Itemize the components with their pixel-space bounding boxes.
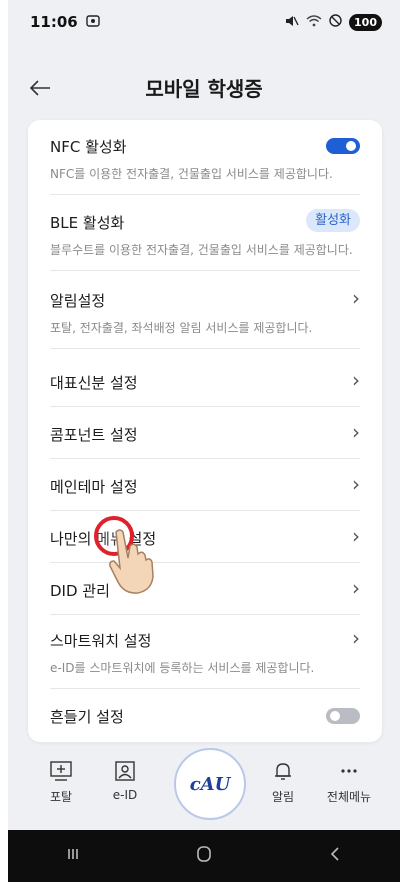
chevron-right-icon: › (352, 576, 360, 600)
back-nav-icon[interactable] (327, 846, 343, 866)
chevron-right-icon: › (352, 524, 360, 548)
chevron-right-icon: › (352, 368, 360, 392)
cau-logo: cAU (189, 773, 231, 795)
nav-eid[interactable]: e-ID (90, 760, 160, 802)
setting-label: 스마트워치 설정 (50, 632, 152, 650)
home-logo-button[interactable]: cAU (174, 748, 246, 820)
divider (50, 194, 360, 195)
setting-label: 알림설정 (50, 292, 106, 310)
setting-did[interactable]: DID 관리 › (50, 578, 360, 601)
nav-label: e-ID (112, 788, 138, 802)
chevron-right-icon: › (352, 420, 360, 444)
setting-label: NFC 활성화 (50, 138, 127, 156)
setting-label: 대표신분 설정 (50, 374, 138, 392)
status-time: 11:06 (30, 13, 78, 31)
dnd-icon (329, 14, 342, 30)
battery-indicator: 100 (349, 13, 382, 31)
monitor-icon (50, 761, 72, 781)
recent-apps-icon[interactable] (65, 846, 81, 866)
nav-all-menu[interactable]: 전체메뉴 (314, 760, 384, 805)
setting-label: 메인테마 설정 (50, 478, 138, 496)
settings-card: NFC 활성화 NFC를 이용한 전자출결, 건물출입 서비스를 제공합니다. … (28, 120, 382, 742)
back-button[interactable] (22, 70, 58, 106)
setting-nfc[interactable]: NFC 활성화 NFC를 이용한 전자출결, 건물출입 서비스를 제공합니다. (50, 136, 360, 182)
shake-toggle[interactable] (326, 708, 360, 724)
divider (50, 510, 360, 511)
nav-alarm[interactable]: 알림 (248, 760, 318, 805)
nav-label: 알림 (271, 790, 295, 804)
arrow-left-icon (29, 80, 50, 96)
bell-icon (275, 763, 291, 780)
setting-description: 블루수트를 이용한 전자출결, 건물출입 서비스를 제공합니다. (50, 243, 353, 257)
setting-ble[interactable]: BLE 활성화 블루수트를 이용한 전자출결, 건물출입 서비스를 제공합니다.… (50, 209, 360, 258)
chevron-right-icon: › (352, 472, 360, 496)
setting-identity[interactable]: 대표신분 설정 › (50, 370, 360, 393)
divider (50, 406, 360, 407)
mute-icon (285, 15, 299, 30)
nfc-toggle[interactable] (326, 138, 360, 154)
app-frame: 11:06 100 모바일 학생증 NFC 활성화 NFC를 이용한 전자출결,… (8, 0, 400, 882)
chevron-right-icon: › (352, 286, 360, 310)
ble-status-badge[interactable]: 활성화 (306, 209, 360, 232)
nav-label: 포탈 (49, 790, 73, 804)
setting-shake[interactable]: 흔들기 설정 (50, 706, 360, 727)
divider (50, 270, 360, 271)
setting-description: NFC를 이용한 전자출결, 건물출입 서비스를 제공합니다. (50, 167, 333, 181)
divider (50, 348, 360, 349)
system-nav-bar (8, 830, 400, 882)
bottom-nav: 포탈 e-ID cAU 알림 전체메뉴 (8, 748, 400, 830)
setting-label: 흔들기 설정 (50, 708, 124, 726)
status-bar: 11:06 100 (8, 0, 400, 44)
setting-theme[interactable]: 메인테마 설정 › (50, 474, 360, 497)
divider (50, 688, 360, 689)
divider (50, 614, 360, 615)
wifi-icon (306, 14, 322, 30)
screenshot-icon (86, 14, 100, 30)
setting-component[interactable]: 콤포넌트 설정 › (50, 422, 360, 445)
chevron-right-icon: › (352, 626, 360, 650)
divider (50, 458, 360, 459)
setting-alarm[interactable]: 알림설정 포탈, 전자출결, 좌석배정 알림 서비스를 제공합니다. › (50, 288, 360, 336)
divider (50, 562, 360, 563)
pointing-hand-icon (109, 529, 154, 594)
page-header: 모바일 학생증 (8, 44, 400, 130)
setting-description: e-ID를 스마트워치에 등록하는 서비스를 제공합니다. (50, 661, 315, 675)
setting-label: 콤포넌트 설정 (50, 426, 138, 444)
setting-description: 포탈, 전자출결, 좌석배정 알림 서비스를 제공합니다. (50, 321, 313, 335)
nav-label: 전체메뉴 (326, 790, 372, 804)
setting-label: DID 관리 (50, 582, 110, 600)
nav-portal[interactable]: 포탈 (26, 760, 96, 805)
more-dots-icon (341, 769, 357, 773)
page-title: 모바일 학생증 (145, 76, 263, 101)
setting-smartwatch[interactable]: 스마트워치 설정 e-ID를 스마트워치에 등록하는 서비스를 제공합니다. › (50, 628, 360, 676)
home-icon[interactable] (195, 845, 213, 867)
id-card-icon (115, 761, 135, 781)
